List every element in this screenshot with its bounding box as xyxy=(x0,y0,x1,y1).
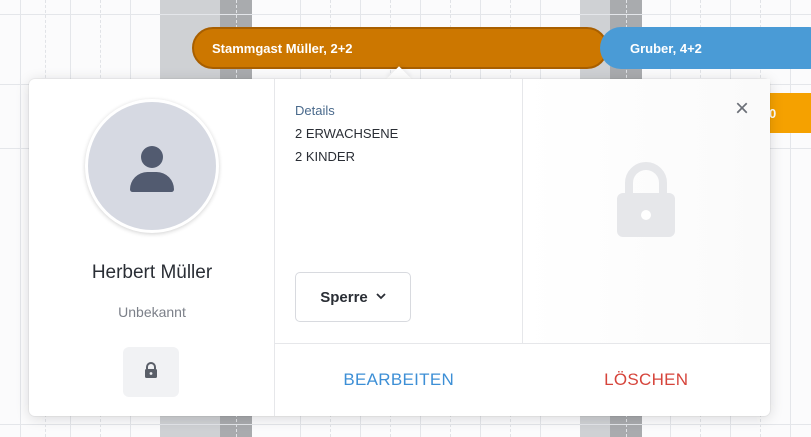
edit-button[interactable]: BEARBEITEN xyxy=(275,344,523,416)
sperre-dropdown[interactable]: Sperre xyxy=(295,272,411,322)
lock-button[interactable] xyxy=(123,347,179,397)
grid-line xyxy=(20,0,21,437)
lock-panel: × xyxy=(523,79,770,343)
details-adults: 2 ERWACHSENE xyxy=(295,126,399,141)
reservation-label: Gruber, 4+2 xyxy=(630,40,702,56)
grid-row-line xyxy=(0,14,811,15)
reservation-bar-gruber[interactable]: Gruber, 4+2 xyxy=(600,27,811,69)
reservation-bar-mueller[interactable]: Stammgast Müller, 2+2 xyxy=(192,27,608,69)
details-panel: Details 2 ERWACHSENE 2 KINDER Sperre xyxy=(275,79,523,343)
reservation-popup: Herbert Müller Unbekannt Details 2 ERWAC… xyxy=(29,79,770,416)
chevron-down-icon xyxy=(376,291,386,303)
lock-icon xyxy=(144,361,158,383)
guest-panel: Herbert Müller Unbekannt xyxy=(29,79,275,416)
delete-button[interactable]: LÖSCHEN xyxy=(523,344,771,416)
details-children: 2 KINDER xyxy=(295,149,355,164)
guest-status: Unbekannt xyxy=(118,304,186,320)
lock-icon xyxy=(615,161,677,242)
popup-footer: BEARBEITEN LÖSCHEN xyxy=(275,343,770,416)
sperre-label: Sperre xyxy=(320,288,368,306)
reservation-label: 0 xyxy=(769,105,777,121)
details-label: Details xyxy=(295,103,335,118)
calendar-view: Stammgast Müller, 2+2 Gruber, 4+2 0 Herb… xyxy=(0,0,811,437)
avatar xyxy=(85,99,219,233)
reservation-label: Stammgast Müller, 2+2 xyxy=(212,40,353,56)
guest-name: Herbert Müller xyxy=(91,262,213,283)
close-icon[interactable]: × xyxy=(728,95,756,123)
grid-row-line xyxy=(0,424,811,425)
